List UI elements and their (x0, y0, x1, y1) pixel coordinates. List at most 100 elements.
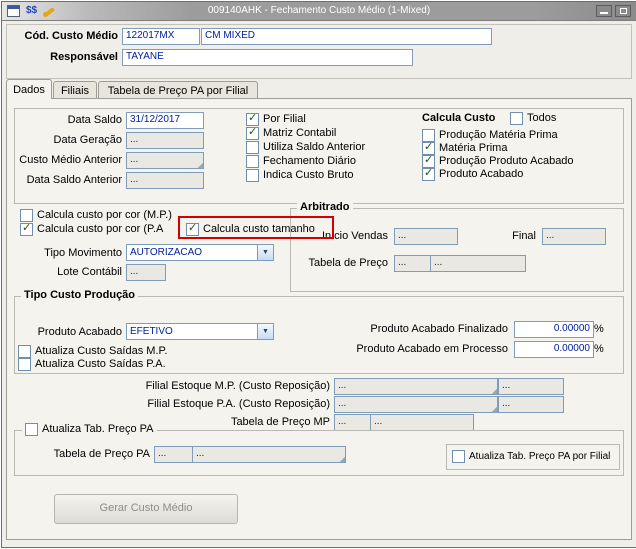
indica-custo-bruto-checkbox[interactable] (246, 169, 259, 182)
cod-custo-medio-label: Cód. Custo Médio (24, 30, 119, 42)
lote-contabil-label: Lote Contábil (57, 266, 122, 278)
checkbox-producao-materia-prima[interactable]: Produção Matéria Prima (422, 129, 558, 142)
cod-custo-medio-field[interactable]: 122017MX (122, 28, 200, 45)
produto-acabado-checkbox[interactable] (422, 167, 435, 181)
filial-estoque-pa-field[interactable]: ... (334, 396, 498, 413)
matriz-contabil-label: Matriz Contabil (263, 127, 337, 139)
checkbox-calcula-custo-cor-mp[interactable]: Calcula custo por cor (M.P.) (20, 209, 172, 222)
fechamento-diario-checkbox[interactable] (246, 155, 259, 168)
data-geracao-field[interactable]: ... (126, 132, 204, 149)
gerar-custo-medio-button[interactable]: Gerar Custo Médio (54, 494, 238, 524)
calcula-custo-cor-pa-checkbox[interactable] (20, 222, 33, 236)
tabela-preco-pa-label: Tabela de Preço PA (53, 448, 150, 460)
produto-acabado-label: Produto Acabado (439, 168, 524, 180)
producao-produto-acabado-label: Produção Produto Acabado (439, 155, 574, 167)
fechamento-diario-label: Fechamento Diário (263, 155, 356, 167)
pa-processo-label: Produto Acabado em Processo (356, 343, 508, 355)
cod-custo-medio-desc-field[interactable]: CM MIXED (201, 28, 492, 45)
atualiza-tab-preco-pa-label: Atualiza Tab. Preço PA (42, 423, 154, 435)
restore-button[interactable] (615, 5, 631, 17)
checkbox-atualiza-custo-saidas-mp[interactable]: Atualiza Custo Saídas M.P. (18, 345, 167, 358)
checkbox-materia-prima[interactable]: Matéria Prima (422, 141, 508, 155)
filial-estoque-pa-label: Filial Estoque P.A. (Custo Reposição) (147, 398, 330, 410)
tabela-preco-mp-field2[interactable]: ... (370, 414, 474, 431)
atualiza-custo-saidas-pa-checkbox[interactable] (18, 358, 31, 371)
final-label: Final (512, 230, 536, 242)
tipo-movimento-value: AUTORIZACAO (130, 247, 203, 258)
pa-finalizado-field[interactable]: 0.00000 (514, 321, 594, 338)
tabela-preco-label: Tabela de Preço (308, 257, 389, 269)
atualiza-custo-saidas-mp-label: Atualiza Custo Saídas M.P. (35, 345, 168, 357)
tabela-preco-mp-field[interactable]: ... (334, 414, 372, 431)
checkbox-utiliza-saldo-anterior[interactable]: Utiliza Saldo Anterior (246, 141, 365, 154)
chevron-down-icon[interactable]: ▼ (257, 245, 273, 260)
checkbox-por-filial[interactable]: Por Filial (246, 112, 306, 126)
calcula-custo-title: Calcula Custo (422, 112, 496, 124)
tab-tabela-preco-pa[interactable]: Tabela de Preço PA por Filial (98, 81, 258, 98)
custo-medio-anterior-label: Custo Médio Anterior (19, 154, 122, 166)
indica-custo-bruto-label: Indica Custo Bruto (263, 169, 354, 181)
tabela-preco-pa-field[interactable]: ... (154, 446, 194, 463)
atualiza-custo-saidas-mp-checkbox[interactable] (18, 345, 31, 358)
responsavel-field[interactable]: TAYANE (122, 49, 413, 66)
atualiza-tab-preco-pa-por-filial-label: Atualiza Tab. Preço PA por Filial (469, 451, 611, 462)
filial-estoque-mp-field2[interactable]: ... (498, 378, 564, 395)
app-window: $$ 009140AHK - Fechamento Custo Médio (1… (1, 1, 636, 548)
checkbox-atualiza-tab-preco-pa[interactable]: Atualiza Tab. Preço PA (22, 423, 157, 436)
atualiza-tab-preco-pa-por-filial-checkbox[interactable] (452, 450, 465, 463)
atualiza-tab-preco-pa-checkbox[interactable] (25, 423, 38, 436)
todos-checkbox[interactable] (510, 112, 523, 125)
data-geracao-label: Data Geração (53, 134, 122, 146)
produto-acabado-select[interactable]: EFETIVO ▼ (126, 323, 274, 340)
calcula-custo-cor-pa-label: Calcula custo por cor (P.A (37, 223, 164, 235)
checkbox-calcula-custo-cor-pa[interactable]: Calcula custo por cor (P.A (20, 222, 164, 236)
tab-dados[interactable]: Dados (6, 79, 52, 99)
tab-filiais[interactable]: Filiais (53, 81, 97, 98)
tabela-preco-desc-field[interactable]: ... (430, 255, 526, 272)
utiliza-saldo-anterior-label: Utiliza Saldo Anterior (263, 141, 366, 153)
producao-materia-prima-label: Produção Matéria Prima (439, 129, 558, 141)
filial-estoque-pa-field2[interactable]: ... (498, 396, 564, 413)
data-saldo-anterior-field[interactable]: ... (126, 172, 204, 189)
data-saldo-field[interactable]: 31/12/2017 (126, 112, 204, 129)
checkbox-matriz-contabil[interactable]: Matriz Contabil (246, 126, 337, 140)
utiliza-saldo-anterior-checkbox[interactable] (246, 141, 259, 154)
final-field[interactable]: ... (542, 228, 606, 245)
checkbox-producao-produto-acabado[interactable]: Produção Produto Acabado (422, 154, 574, 168)
checkbox-todos[interactable]: Todos (510, 112, 556, 125)
custo-medio-anterior-field[interactable]: ... (126, 152, 204, 169)
inicio-vendas-field[interactable]: ... (394, 228, 458, 245)
checkbox-atualiza-tab-preco-pa-por-filial[interactable]: Atualiza Tab. Preço PA por Filial (452, 450, 610, 463)
highlight-annotation (178, 216, 334, 239)
matriz-contabil-checkbox[interactable] (246, 126, 259, 140)
por-filial-label: Por Filial (263, 113, 306, 125)
checkbox-indica-custo-bruto[interactable]: Indica Custo Bruto (246, 169, 354, 182)
produto-acabado-combo-label: Produto Acabado (37, 326, 122, 338)
calcula-custo-cor-mp-label: Calcula custo por cor (M.P.) (37, 209, 172, 221)
atualiza-custo-saidas-pa-label: Atualiza Custo Saídas P.A. (35, 358, 166, 370)
por-filial-checkbox[interactable] (246, 112, 259, 126)
checkbox-atualiza-custo-saidas-pa[interactable]: Atualiza Custo Saídas P.A. (18, 358, 166, 371)
filial-estoque-mp-label: Filial Estoque M.P. (Custo Reposição) (145, 380, 330, 392)
lote-contabil-field[interactable]: ... (126, 264, 166, 281)
data-saldo-label: Data Saldo (67, 114, 122, 126)
tipo-movimento-select[interactable]: AUTORIZACAO ▼ (126, 244, 274, 261)
data-saldo-anterior-label: Data Saldo Anterior (26, 174, 122, 186)
arbitrado-title: Arbitrado (297, 201, 353, 213)
pa-finalizado-label: Produto Acabado Finalizado (370, 323, 508, 335)
pa-processo-field[interactable]: 0.00000 (514, 341, 594, 358)
minimize-button[interactable] (596, 5, 612, 17)
chevron-down-icon[interactable]: ▼ (257, 324, 273, 339)
arbitrado-group: Arbitrado (290, 201, 624, 292)
materia-prima-label: Matéria Prima (439, 142, 508, 154)
checkbox-fechamento-diario[interactable]: Fechamento Diário (246, 155, 356, 168)
tabela-preco-field[interactable]: ... (394, 255, 432, 272)
filial-estoque-mp-field[interactable]: ... (334, 378, 498, 395)
pa-processo-unit: % (594, 343, 604, 355)
tabela-preco-pa-field2[interactable]: ... (192, 446, 346, 463)
calcula-custo-cor-mp-checkbox[interactable] (20, 209, 33, 222)
checkbox-produto-acabado[interactable]: Produto Acabado (422, 167, 524, 181)
tipo-movimento-label: Tipo Movimento (44, 247, 122, 259)
responsavel-label: Responsável (50, 51, 118, 63)
titlebar[interactable]: $$ 009140AHK - Fechamento Custo Médio (1… (2, 2, 636, 21)
